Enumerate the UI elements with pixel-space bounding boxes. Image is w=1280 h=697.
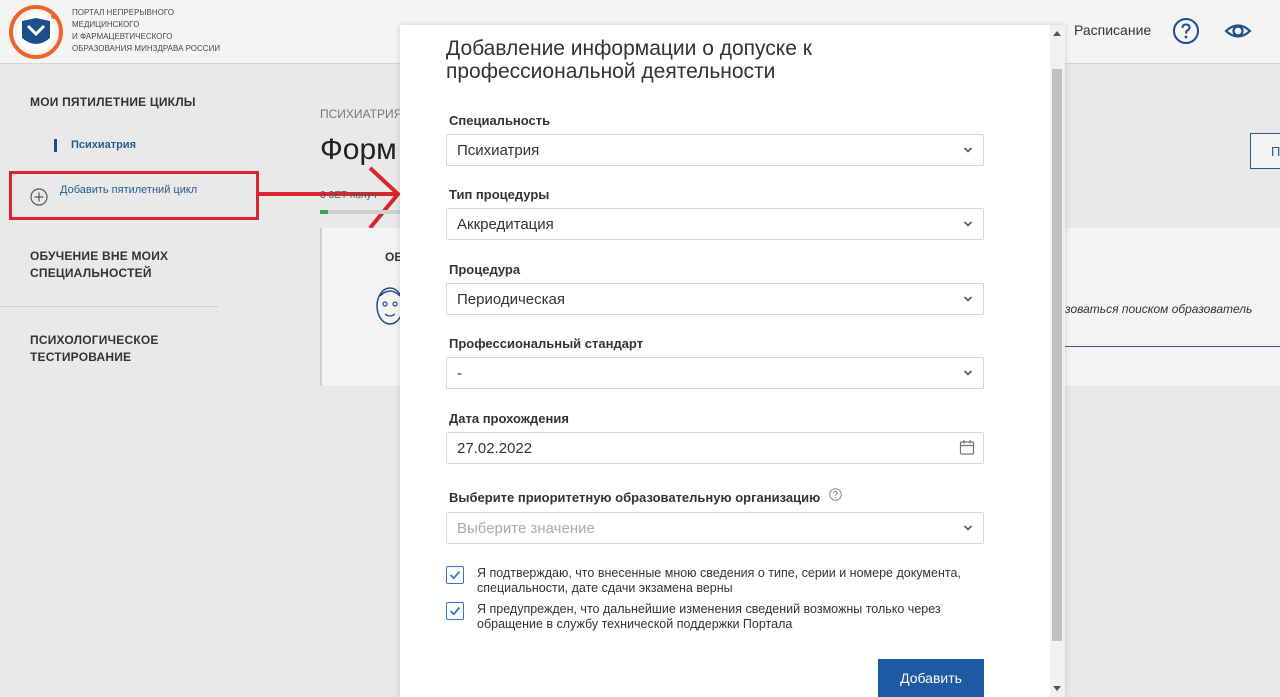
scroll-down-icon[interactable] bbox=[1053, 686, 1061, 691]
sidebar-item-psychiatry[interactable]: Психиатрия bbox=[54, 139, 136, 152]
specialty-value: Психиатрия bbox=[457, 142, 540, 159]
specialty-label: Специальность bbox=[449, 113, 551, 128]
sidebar-divider bbox=[0, 306, 218, 307]
chevron-down-icon bbox=[963, 221, 973, 227]
sidebar-other-training[interactable]: ОБУЧЕНИЕ ВНЕ МОИХ СПЕЦИАЛЬНОСТЕЙ bbox=[30, 248, 220, 282]
checkmark-icon bbox=[449, 606, 461, 616]
help-circle-icon[interactable] bbox=[1172, 17, 1200, 45]
credits-meta: 3 ЗЕТ получ bbox=[320, 190, 377, 201]
chevron-down-icon bbox=[963, 147, 973, 153]
nav-schedule-link[interactable]: Расписание bbox=[1074, 22, 1151, 38]
specialty-select[interactable]: Психиатрия bbox=[446, 134, 984, 166]
date-input[interactable]: 27.02.2022 bbox=[446, 432, 984, 464]
search-panel: зоваться поиском образователь bbox=[1065, 228, 1280, 386]
standard-select[interactable]: - bbox=[446, 357, 984, 389]
confirm-warning-checkbox[interactable] bbox=[446, 602, 464, 620]
organization-placeholder: Выберите значение bbox=[457, 520, 595, 537]
chevron-down-icon bbox=[963, 296, 973, 302]
eye-icon[interactable] bbox=[1224, 17, 1252, 45]
scroll-thumb[interactable] bbox=[1052, 69, 1062, 641]
chevron-down-icon bbox=[963, 525, 973, 531]
breadcrumb[interactable]: ПСИХИАТРИЯ bbox=[320, 107, 402, 121]
chevron-down-icon bbox=[963, 370, 973, 376]
scroll-up-icon[interactable] bbox=[1053, 31, 1061, 36]
sidebar-psych-testing[interactable]: ПСИХОЛОГИЧЕСКОЕ ТЕСТИРОВАНИЕ bbox=[30, 332, 220, 366]
procedure-type-value: Аккредитация bbox=[457, 216, 554, 233]
page-action-button[interactable]: П bbox=[1250, 133, 1280, 169]
calendar-icon[interactable] bbox=[959, 439, 975, 456]
search-underline bbox=[1065, 346, 1280, 347]
date-value: 27.02.2022 bbox=[457, 440, 533, 457]
add-button[interactable]: Добавить bbox=[878, 659, 984, 697]
confirm-data-checkbox[interactable] bbox=[446, 566, 464, 584]
add-admission-modal: Добавление информации о допуске к профес… bbox=[400, 25, 1065, 697]
sidebar: МОИ ПЯТИЛЕТНИЕ ЦИКЛЫ bbox=[0, 64, 300, 697]
sidebar-my-cycles[interactable]: МОИ ПЯТИЛЕТНИЕ ЦИКЛЫ bbox=[30, 94, 196, 111]
checkmark-icon bbox=[449, 570, 461, 580]
confirm-data-text: Я подтверждаю, что внесенные мною сведен… bbox=[477, 566, 961, 595]
search-hint: зоваться поиском образователь bbox=[1065, 302, 1253, 316]
procedure-type-select[interactable]: Аккредитация bbox=[446, 208, 984, 240]
organization-select[interactable]: Выберите значение bbox=[446, 512, 984, 544]
procedure-value: Периодическая bbox=[457, 291, 566, 308]
date-label: Дата прохождения bbox=[449, 411, 569, 426]
portal-name: Портал непрерывного медицинского и фарма… bbox=[72, 8, 221, 53]
highlight-annotation-box bbox=[9, 171, 259, 220]
page-title: Форм bbox=[320, 133, 397, 166]
standard-label: Профессиональный стандарт bbox=[449, 336, 644, 351]
organization-label: Выберите приоритетную образовательную ор… bbox=[449, 490, 821, 505]
progress-fill bbox=[320, 210, 328, 214]
confirm-warning-text: Я предупрежден, что дальнейшие изменения… bbox=[477, 602, 941, 631]
procedure-select[interactable]: Периодическая bbox=[446, 283, 984, 315]
procedure-label: Процедура bbox=[449, 262, 521, 277]
portal-logo[interactable] bbox=[8, 4, 64, 60]
standard-value: - bbox=[457, 365, 462, 382]
procedure-type-label: Тип процедуры bbox=[449, 187, 550, 202]
progress-bar bbox=[320, 210, 400, 214]
modal-scrollbar[interactable] bbox=[1050, 25, 1065, 697]
modal-title: Добавление информации о допуске к профес… bbox=[446, 37, 812, 83]
question-circle-icon[interactable] bbox=[829, 488, 842, 501]
